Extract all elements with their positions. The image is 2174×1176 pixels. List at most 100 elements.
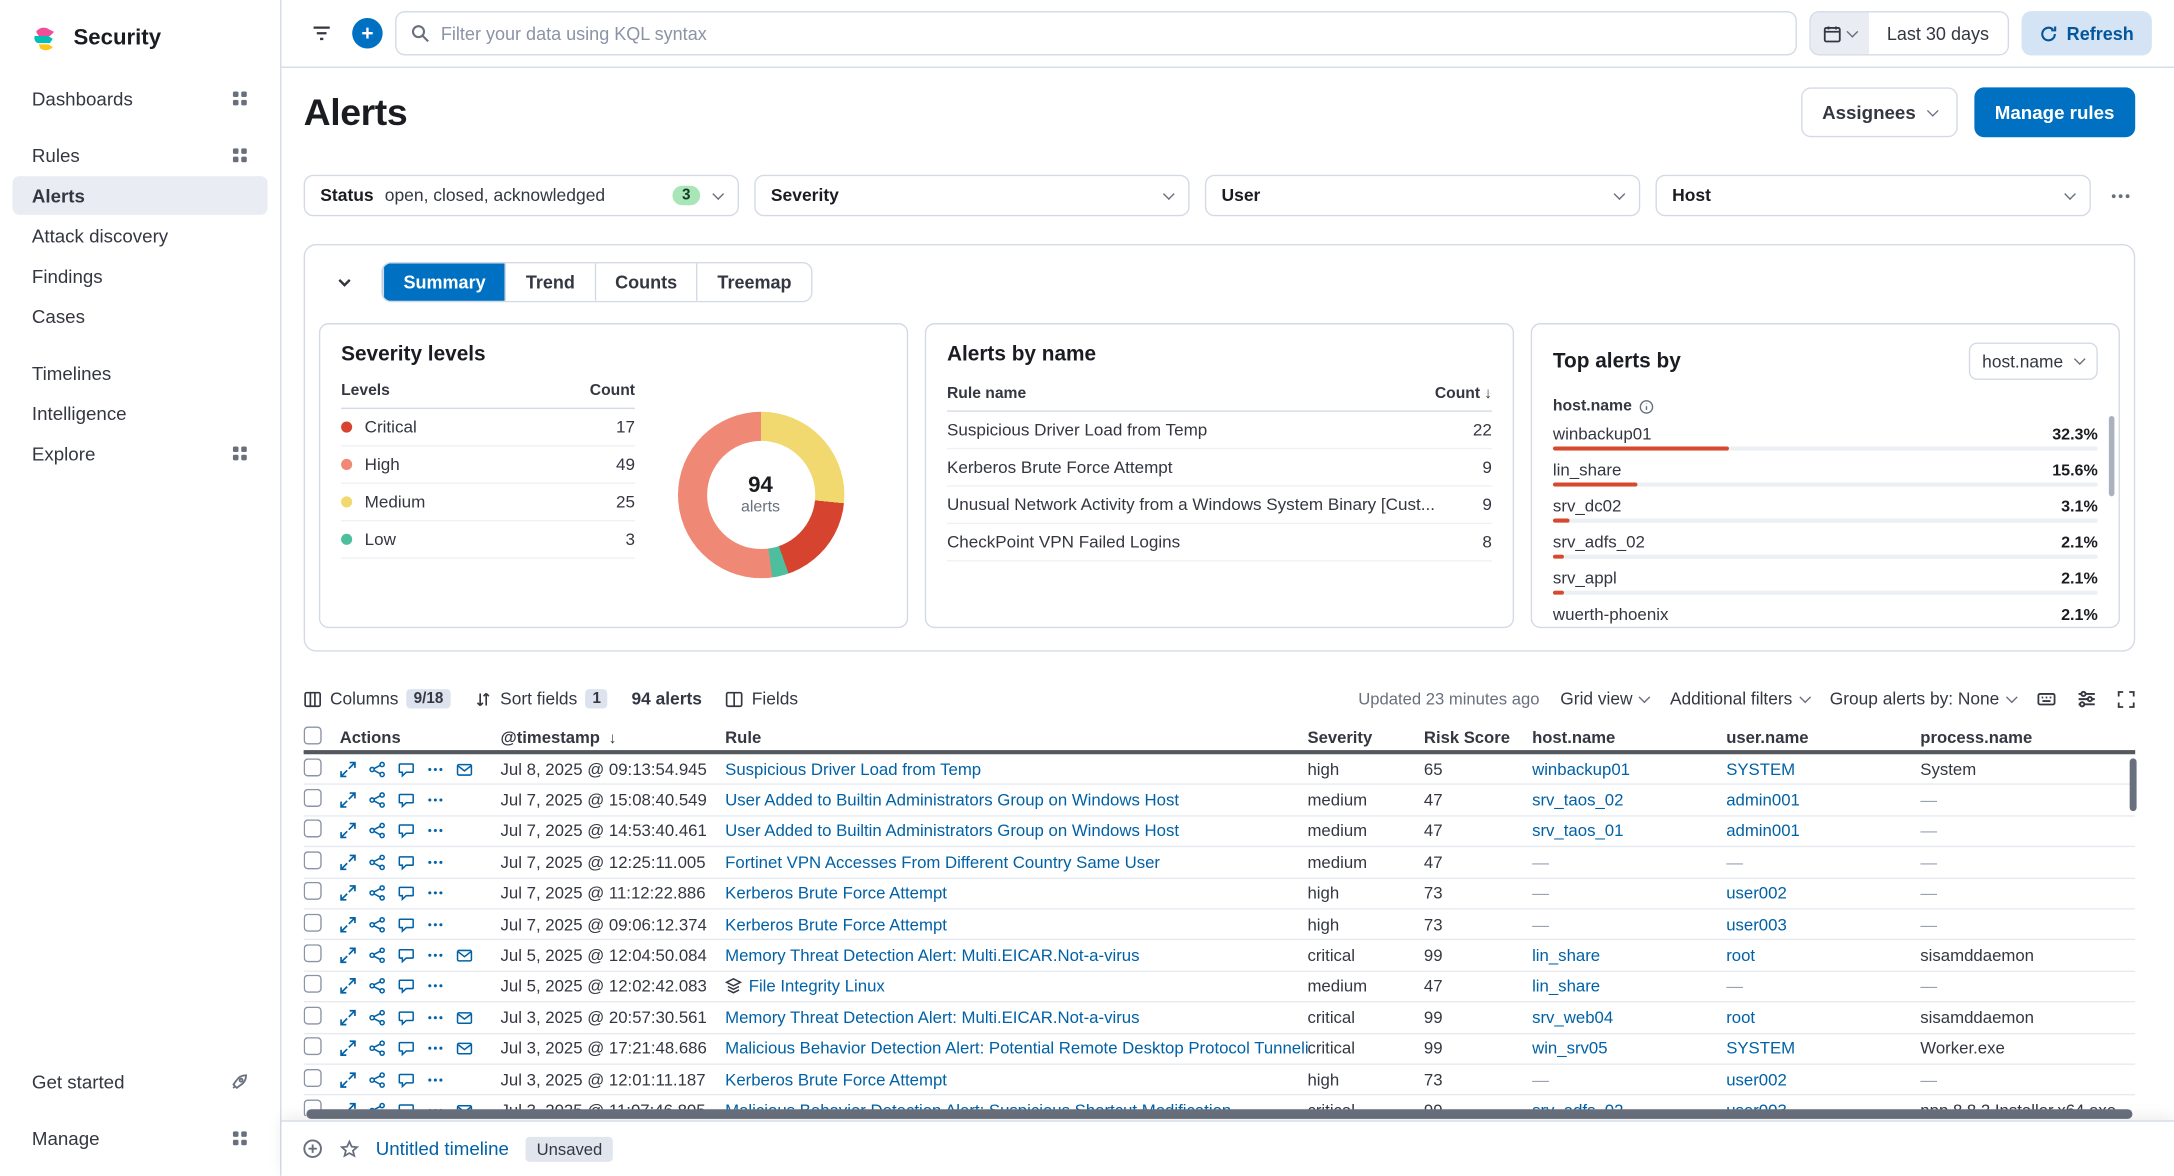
expand-alert-icon[interactable] [340,978,357,995]
analyzer-icon[interactable] [369,1009,386,1026]
timeline-title-link[interactable]: Untitled timeline [376,1138,509,1159]
expand-alert-icon[interactable] [340,854,357,871]
display-options-icon[interactable] [2077,689,2096,708]
expand-alert-icon[interactable] [340,1009,357,1026]
more-actions-icon[interactable] [427,1071,444,1088]
select-all-checkbox[interactable] [304,726,322,744]
more-actions-icon[interactable] [427,792,444,809]
expand-alert-icon[interactable] [340,1071,357,1088]
more-actions-icon[interactable] [427,823,444,840]
row-checkbox[interactable] [304,820,322,838]
panel-scrollbar[interactable] [2109,416,2115,496]
header-user-name[interactable]: user.name [1726,727,1920,746]
header-risk-score[interactable]: Risk Score [1424,727,1532,746]
columns-button[interactable]: Columns 9/18 [304,689,451,708]
user-link[interactable]: — [1726,853,1920,872]
sidebar-item[interactable]: Dashboards [12,79,267,118]
table-horizontal-scrollbar[interactable] [306,1109,2132,1119]
comment-icon[interactable] [398,885,415,902]
more-actions-icon[interactable] [427,854,444,871]
rule-link[interactable]: User Added to Builtin Administrators Gro… [725,821,1179,840]
refresh-button[interactable]: Refresh [2021,11,2152,55]
comment-icon[interactable] [398,823,415,840]
row-checkbox[interactable] [304,1037,322,1055]
notification-icon[interactable] [456,947,473,964]
search-input[interactable] [441,23,1782,44]
analyzer-icon[interactable] [369,792,386,809]
rule-link[interactable]: Kerberos Brute Force Attempt [725,915,947,934]
user-link[interactable]: root [1726,946,1920,965]
comment-icon[interactable] [398,1071,415,1088]
host-link[interactable]: — [1532,1070,1726,1089]
row-checkbox[interactable] [304,851,322,869]
row-checkbox[interactable] [304,975,322,993]
comment-icon[interactable] [398,978,415,995]
more-actions-icon[interactable] [427,1009,444,1026]
more-actions-icon[interactable] [427,947,444,964]
header-rule[interactable]: Rule [725,727,1307,746]
more-actions-icon[interactable] [427,1040,444,1057]
header-process-name[interactable]: process.name [1920,727,2135,746]
host-link[interactable]: srv_taos_02 [1532,790,1726,809]
top-alerts-host[interactable]: srv_appl [1553,568,1617,587]
top-alerts-host[interactable]: lin_share [1553,460,1622,479]
sidebar-item[interactable]: Alerts [12,176,267,215]
expand-alert-icon[interactable] [340,792,357,809]
filter-icon[interactable] [304,15,340,51]
host-link[interactable]: srv_web04 [1532,1008,1726,1027]
analyzer-icon[interactable] [369,916,386,933]
user-link[interactable]: admin001 [1726,790,1920,809]
host-filter[interactable]: Host [1655,175,2090,217]
sidebar-item[interactable]: Rules [12,136,267,175]
host-link[interactable]: — [1532,915,1726,934]
rule-link[interactable]: Memory Threat Detection Alert: Multi.EIC… [725,1008,1139,1027]
keyboard-shortcuts-icon[interactable] [2037,689,2056,708]
user-link[interactable]: SYSTEM [1726,1039,1920,1058]
host-link[interactable]: — [1532,853,1726,872]
top-alerts-host[interactable]: srv_adfs_02 [1553,532,1645,551]
row-checkbox[interactable] [304,1006,322,1024]
header-host-name[interactable]: host.name [1532,727,1726,746]
chart-view-tab[interactable]: Counts [594,263,696,300]
abn-col-count[interactable]: Count↓ [1435,385,1492,402]
host-link[interactable]: win_srv05 [1532,1039,1726,1058]
comment-icon[interactable] [398,947,415,964]
chart-view-tab[interactable]: Treemap [697,263,811,300]
top-alerts-host[interactable]: wuerth-phoenix [1553,605,1669,624]
expand-alert-icon[interactable] [340,823,357,840]
user-filter[interactable]: User [1205,175,1640,217]
notification-icon[interactable] [456,761,473,778]
sidebar-item[interactable]: Attack discovery [12,216,267,255]
sidebar-item[interactable]: Findings [12,257,267,296]
fullscreen-icon[interactable] [2117,690,2135,708]
user-link[interactable]: user003 [1726,915,1920,934]
comment-icon[interactable] [398,854,415,871]
user-link[interactable]: admin001 [1726,821,1920,840]
sidebar-item[interactable]: Cases [12,297,267,336]
manage-rules-button[interactable]: Manage rules [1974,87,2135,137]
analyzer-icon[interactable] [369,854,386,871]
analyzer-icon[interactable] [369,1040,386,1057]
time-range-button[interactable]: Last 30 days [1869,12,2007,54]
host-link[interactable]: — [1532,884,1726,903]
comment-icon[interactable] [398,1040,415,1057]
user-link[interactable]: user002 [1726,1070,1920,1089]
expand-alert-icon[interactable] [340,885,357,902]
sidebar-item[interactable]: Get started [12,1062,267,1101]
row-checkbox[interactable] [304,944,322,962]
more-actions-icon[interactable] [427,978,444,995]
severity-filter[interactable]: Severity [754,175,1189,217]
user-link[interactable]: root [1726,1008,1920,1027]
add-filter-icon[interactable]: + [352,18,383,49]
row-checkbox[interactable] [304,1068,322,1086]
group-alerts-button[interactable]: Group alerts by: None [1830,689,2016,708]
fields-button[interactable]: Fields [725,689,798,708]
expand-alert-icon[interactable] [340,916,357,933]
host-link[interactable]: winbackup01 [1532,759,1726,778]
sidebar-item[interactable]: Manage [12,1119,267,1158]
collapse-charts-icon[interactable] [330,268,359,297]
top-alerts-field-select[interactable]: host.name [1968,342,2097,379]
expand-alert-icon[interactable] [340,1040,357,1057]
notification-icon[interactable] [456,1009,473,1026]
analyzer-icon[interactable] [369,823,386,840]
